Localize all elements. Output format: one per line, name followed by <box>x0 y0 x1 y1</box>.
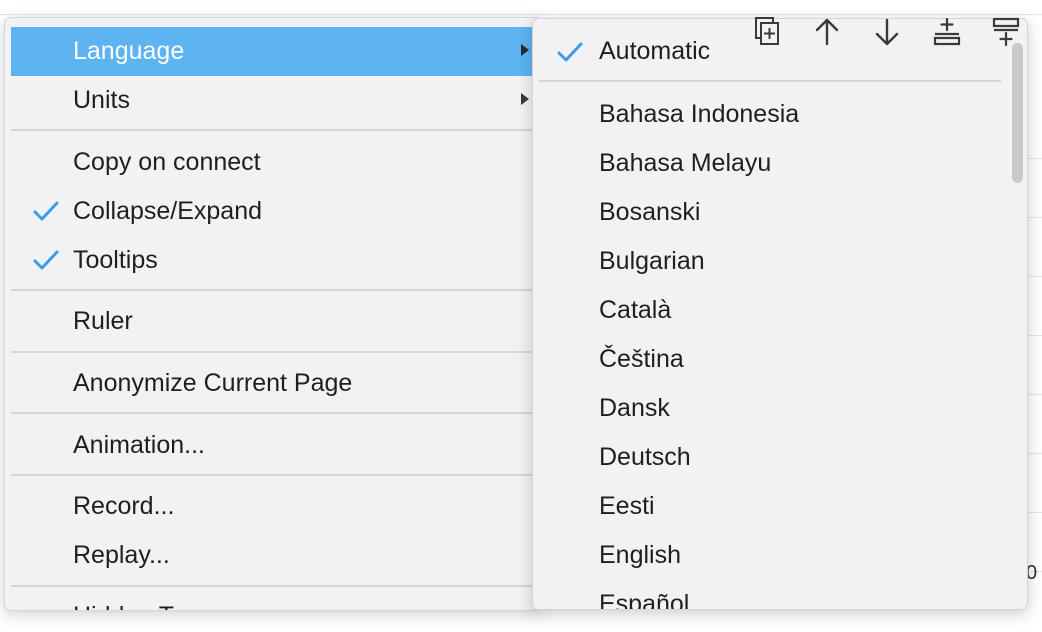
menu-separator <box>11 129 535 131</box>
language-label: Bahasa Melayu <box>599 149 772 177</box>
menu-item-tooltips[interactable]: Tooltips <box>11 236 535 285</box>
menu-item-label: Collapse/Expand <box>73 197 263 225</box>
menu-item-language[interactable]: Language <box>11 27 535 76</box>
menu-item-label: Units <box>73 86 130 114</box>
background-divider <box>0 14 1042 15</box>
language-item[interactable]: Čeština <box>533 335 1003 384</box>
language-label: Español <box>599 590 690 610</box>
language-item[interactable]: Bulgarian <box>533 237 1003 286</box>
checkmark-icon <box>557 42 583 62</box>
menu-item-label: Copy on connect <box>73 148 261 176</box>
language-label: Automatic <box>599 37 711 65</box>
submenu-scrollbar[interactable] <box>1012 43 1023 183</box>
language-item[interactable]: English <box>533 531 1003 580</box>
insert-below-icon[interactable] <box>931 16 963 48</box>
language-submenu: Automatic Bahasa Indonesia Bahasa Melayu… <box>532 18 1028 610</box>
menu-item-animation[interactable]: Animation... <box>11 421 535 470</box>
language-item[interactable]: Dansk <box>533 384 1003 433</box>
menu-item-copy-on-connect[interactable]: Copy on connect <box>11 138 535 187</box>
language-label: Dansk <box>599 394 670 422</box>
background-table-lines <box>1028 100 1042 620</box>
checkmark-icon <box>33 201 59 221</box>
menu-item-label: Ruler <box>73 307 133 335</box>
language-label: Deutsch <box>599 443 691 471</box>
menu-item-label: Language <box>73 37 185 65</box>
arrow-up-icon[interactable] <box>811 16 843 48</box>
arrow-down-icon[interactable] <box>871 16 903 48</box>
language-item[interactable]: Eesti <box>533 482 1003 531</box>
language-item[interactable]: Español <box>533 580 1003 610</box>
menu-separator <box>11 412 535 414</box>
menu-item-label: Hidden T... <box>73 602 192 610</box>
menu-separator <box>11 474 535 476</box>
language-label: Català <box>599 296 672 324</box>
language-item[interactable]: Deutsch <box>533 433 1003 482</box>
language-label: Bosanski <box>599 198 701 226</box>
menu-item-label: Replay... <box>73 541 170 569</box>
menu-item-ruler[interactable]: Ruler <box>11 297 535 346</box>
language-label: Eesti <box>599 492 655 520</box>
language-item[interactable]: Bahasa Indonesia <box>533 90 1003 139</box>
language-item[interactable]: Bosanski <box>533 188 1003 237</box>
menu-item-record[interactable]: Record... <box>11 482 535 531</box>
context-menu: Language Units Copy on connect Collapse/… <box>4 17 542 611</box>
language-label: Bulgarian <box>599 247 705 275</box>
menu-item-label: Record... <box>73 492 175 520</box>
menu-item-label: Animation... <box>73 431 206 459</box>
menu-separator <box>11 289 535 291</box>
menu-separator <box>11 351 535 353</box>
duplicate-icon[interactable] <box>752 16 784 48</box>
language-label: English <box>599 541 681 569</box>
menu-item-label: Anonymize Current Page <box>73 369 353 397</box>
menu-item-hidden[interactable]: Hidden T... <box>11 592 535 610</box>
menu-separator <box>11 585 535 587</box>
menu-item-replay[interactable]: Replay... <box>11 531 535 580</box>
submenu-separator <box>539 80 1001 82</box>
language-item[interactable]: Català <box>533 286 1003 335</box>
checkmark-icon <box>33 250 59 270</box>
menu-item-units[interactable]: Units <box>11 76 535 125</box>
menu-item-anonymize-current-page[interactable]: Anonymize Current Page <box>11 359 535 408</box>
insert-row-icon[interactable] <box>991 16 1023 48</box>
language-label: Čeština <box>599 345 684 373</box>
menu-item-label: Tooltips <box>73 246 158 274</box>
submenu-arrow-icon <box>521 44 529 56</box>
language-item[interactable]: Bahasa Melayu <box>533 139 1003 188</box>
language-label: Bahasa Indonesia <box>599 100 800 128</box>
menu-item-collapse-expand[interactable]: Collapse/Expand <box>11 187 535 236</box>
submenu-arrow-icon <box>521 93 529 105</box>
